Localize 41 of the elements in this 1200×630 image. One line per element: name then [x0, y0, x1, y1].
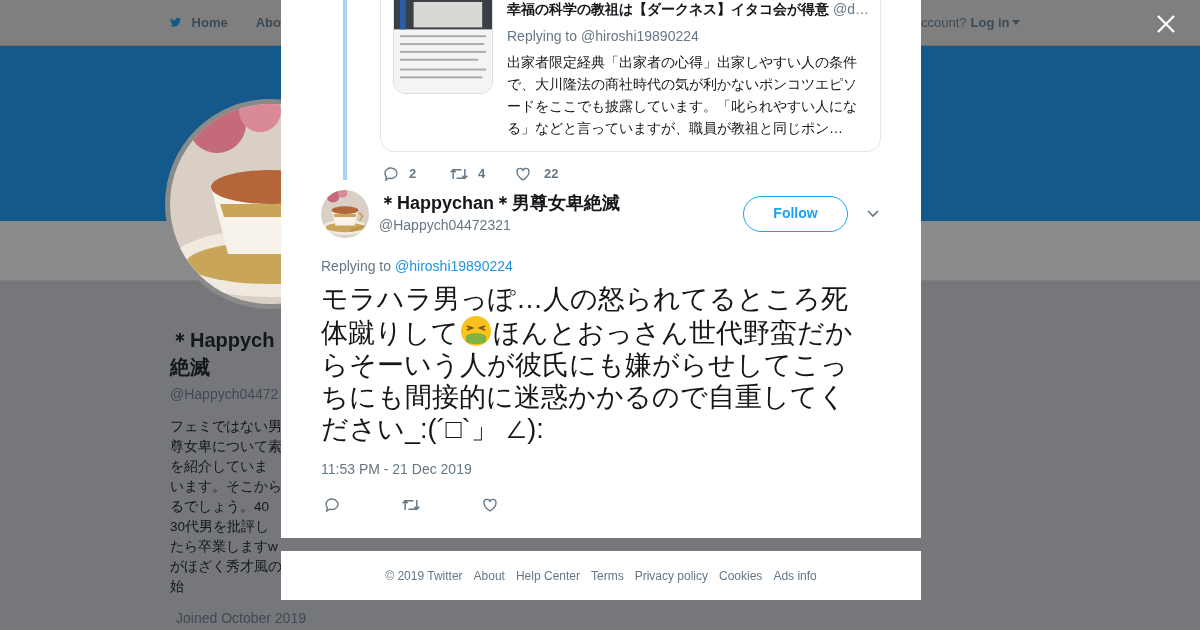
reply-icon[interactable] [382, 164, 400, 183]
profile-name: ＊Happych [170, 328, 276, 353]
mention-link[interactable]: @hiroshi19890224 [395, 255, 513, 277]
sick-face-icon [460, 314, 492, 347]
bio-line: るでしょう。40 [170, 498, 271, 516]
bio-line: 始 [170, 578, 185, 596]
quoted-text: 出家者限定経典「出家者の心得」出家しやすい人の条件で、大川隆法の商社時代の気が利かないポンコツエピソードをここでも披露しています。「叱られやすい人になる」などと言っていますが、職員が教祖と同じポン… [507, 53, 858, 138]
footer-link[interactable]: © 2019 Twitter [385, 566, 463, 585]
tweet-timestamp[interactable]: 11:53 PM - 21 Dec 2019 [321, 458, 881, 480]
close-button[interactable] [1156, 14, 1176, 34]
quoted-title: 幸福の科学の教祖は【ダークネス】イタコ会が得意 [507, 0, 829, 19]
caret-icon [1011, 20, 1020, 25]
quoted-tweet-card[interactable]: 幸福の科学の教祖は【ダークネス】イタコ会が得意 @d… Replying to @hiroshi19890224 出家者限定経典「出家者の心得」出家しやすい人の条件で、大川隆法の商社時代の気が利かないポンコツエピソードをここでも披露しています。「叱られやすい人になる」などと言っていますが、職員が教祖と同じポン… [380, 0, 881, 152]
bio-line: 30代男を批評し [170, 518, 271, 536]
reply-count: 2 [409, 165, 418, 183]
footer-link[interactable]: Ads info [773, 566, 817, 585]
footer-link[interactable]: Privacy policy [634, 566, 708, 585]
author-name[interactable]: ＊Happychan＊男尊女卑絶滅 [379, 191, 621, 215]
replying-label: Replying to [321, 256, 392, 276]
account-prompt: ccount? [921, 13, 967, 32]
author-handle[interactable]: @Happych04472321 [379, 215, 621, 236]
retweet-count: 4 [478, 165, 487, 183]
footer-link[interactable]: Help Center [515, 566, 580, 585]
bio-line: がほざく秀才風の [170, 558, 281, 576]
bio-line: 尊女卑について素 [170, 438, 281, 456]
bio-line: を紹介していま [170, 458, 269, 476]
chevron-down-icon[interactable] [867, 209, 879, 218]
footer-link[interactable]: About [473, 566, 505, 585]
footer-link[interactable]: Cookies [719, 566, 763, 585]
reply-icon[interactable] [323, 495, 341, 514]
mention-link[interactable]: @hiroshi19890224 [581, 26, 699, 47]
tweet-text: モラハラ男っぽ…人の怒られてるところ死体蹴りして ほんとおっさん世代野蛮だからそーいう人が彼氏にも嫌がらせしてこっちにも間接的に迷惑かかるので自重してください_:(´□`」 ∠): [321, 282, 854, 445]
replying-label: Replying to [507, 27, 578, 46]
bio-line: います。そこから [170, 478, 281, 496]
close-icon [1156, 14, 1176, 34]
footer-link[interactable]: Terms [591, 566, 624, 585]
bio-line: フェミではない男 [170, 418, 281, 436]
profile-name: 絶滅 [170, 355, 211, 380]
bio-line: たら卒業しますw [170, 538, 279, 556]
quoted-handle: @d… [833, 0, 869, 19]
like-count: 22 [544, 165, 559, 183]
